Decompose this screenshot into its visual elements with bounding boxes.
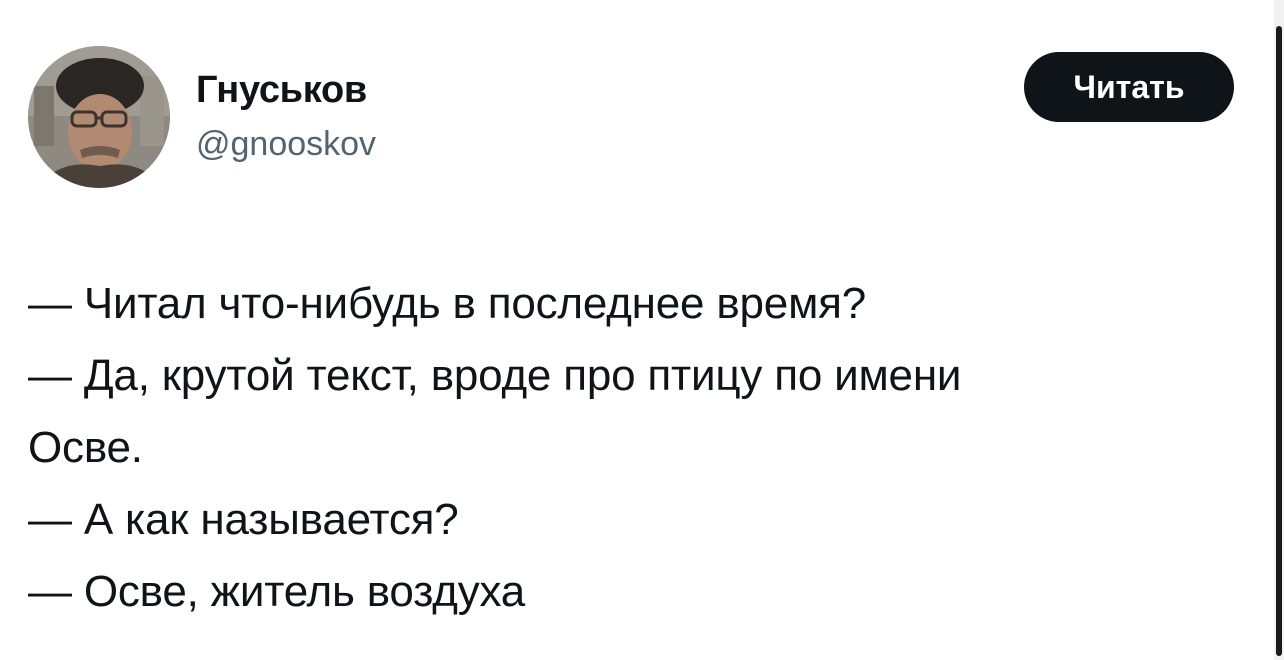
tweet-text-line: — Читал что-нибудь в последнее время? <box>28 279 867 328</box>
tweet-text-line: — А как называется? <box>28 495 459 544</box>
tweet-card: Гнуськов @gnooskov Читать — Читал что-ни… <box>0 0 1284 660</box>
tweet-text-line: — Осве, житель воздуха <box>28 567 526 616</box>
avatar[interactable] <box>28 46 170 188</box>
tweet-header: Гнуськов @gnooskov Читать <box>28 46 1238 188</box>
scrollbar-thumb[interactable] <box>1276 26 1282 656</box>
follow-button[interactable]: Читать <box>1024 52 1234 122</box>
tweet-text: — Читал что-нибудь в последнее время? — … <box>28 268 1238 628</box>
author-handle[interactable]: @gnooskov <box>196 124 376 164</box>
vertical-scrollbar[interactable] <box>1274 0 1284 660</box>
tweet-text-line: — Да, крутой текст, вроде про птицу по и… <box>28 351 962 400</box>
tweet-text-line: Осве. <box>28 423 143 472</box>
author-info: Гнуськов @gnooskov <box>196 68 376 164</box>
author-display-name[interactable]: Гнуськов <box>196 68 376 112</box>
avatar-photo-icon <box>28 46 170 188</box>
